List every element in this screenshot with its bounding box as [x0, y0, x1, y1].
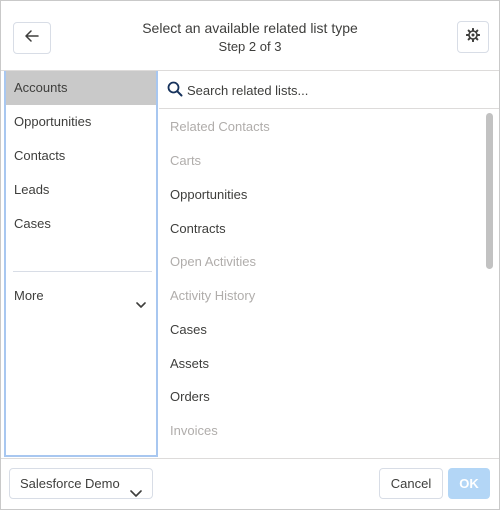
gear-icon: [465, 27, 481, 47]
related-list-item: Activity History: [170, 288, 256, 303]
step-indicator: Step 2 of 3: [218, 39, 282, 54]
dialog-header: Select an available related list type St…: [1, 1, 499, 71]
chevron-down-icon: [130, 479, 142, 508]
dialog-footer: Salesforce Demo Cancel OK: [1, 458, 499, 509]
object-list-panel: Accounts Opportunities Contacts Leads Ca…: [4, 71, 158, 457]
more-dropdown[interactable]: More: [6, 281, 156, 311]
related-list-item[interactable]: Orders: [170, 385, 210, 409]
related-list-options: Related Contacts Carts Opportunities Con…: [159, 110, 499, 457]
org-selector[interactable]: Salesforce Demo: [9, 468, 153, 499]
object-item-cases[interactable]: Cases: [6, 207, 156, 241]
related-list-item[interactable]: Cases: [170, 318, 207, 342]
related-list-item: Open Activities: [170, 254, 256, 269]
object-item-accounts[interactable]: Accounts: [6, 71, 156, 105]
search-input[interactable]: [187, 77, 487, 103]
scrollbar-thumb[interactable]: [486, 113, 493, 269]
object-item-leads[interactable]: Leads: [6, 173, 156, 207]
more-label: More: [14, 288, 44, 303]
search-icon: [167, 81, 183, 102]
arrow-left-icon: [25, 29, 39, 47]
chevron-down-icon: [136, 290, 146, 320]
related-list-item[interactable]: Opportunities: [170, 183, 247, 207]
search-bar: [159, 71, 499, 109]
related-list-item: Related Contacts: [170, 119, 270, 134]
settings-button[interactable]: [457, 21, 489, 53]
ok-button[interactable]: OK: [448, 468, 490, 499]
org-label: Salesforce Demo: [20, 476, 120, 491]
back-button[interactable]: [13, 22, 51, 54]
related-list-item[interactable]: Contracts: [170, 217, 226, 241]
divider: [13, 271, 152, 272]
related-list-item: Carts: [170, 153, 202, 168]
related-list-dialog: Select an available related list type St…: [0, 0, 500, 510]
dialog-title: Select an available related list type: [142, 20, 358, 36]
related-list-item[interactable]: Assets: [170, 352, 209, 376]
object-item-contacts[interactable]: Contacts: [6, 139, 156, 173]
cancel-button[interactable]: Cancel: [379, 468, 443, 499]
object-item-opportunities[interactable]: Opportunities: [6, 105, 156, 139]
related-list-item: Invoices: [170, 423, 218, 438]
